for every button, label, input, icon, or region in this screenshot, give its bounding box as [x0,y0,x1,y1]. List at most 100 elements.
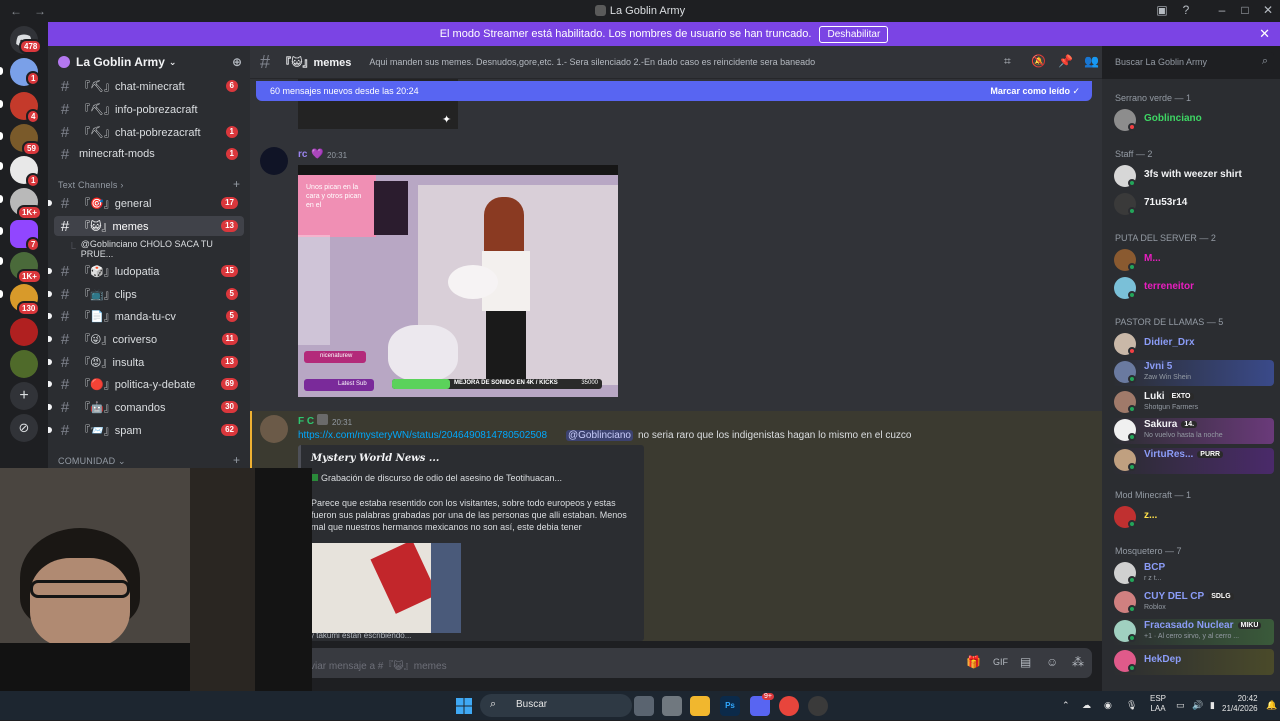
link-embed[interactable]: Mystery World News ... Grabación de disc… [298,445,644,641]
volume-icon[interactable]: 🔊 [1192,700,1203,711]
cloud-icon[interactable]: ☁ [1082,700,1091,711]
channel-item[interactable]: # 『⛏』info-pobrezacraft [54,99,244,119]
server-icon[interactable] [10,350,38,378]
maximize-icon[interactable]: □ [1235,3,1255,17]
start-icon[interactable] [454,696,474,716]
channel-item-memes[interactable]: # 『😺』memes 13 [54,216,244,236]
channel-item[interactable]: # minecraft-mods 1 [54,144,244,164]
member-item[interactable]: Sakura 14. No vuelvo hasta la noche [1112,418,1274,444]
members-icon[interactable]: 👥 [1084,54,1099,68]
status-online-icon [1128,664,1136,672]
search-input[interactable]: Buscar La Goblin Army ⌕ [1108,52,1274,73]
channel-item[interactable]: # 『📺』clips 5 [48,284,244,304]
gift-icon[interactable]: 🎁 [966,655,981,669]
notification-icon[interactable]: 🔔 [1266,700,1277,711]
task-view-icon[interactable] [634,696,654,716]
channel-item[interactable]: # 『⛏』chat-minecraft 6 [54,76,244,96]
chevron-up-icon[interactable]: ⌃ [1062,700,1070,711]
member-item[interactable]: VirtuRes... PURR [1112,448,1274,474]
create-channel-icon[interactable]: + [233,177,240,191]
sticker-icon[interactable]: ▤ [1020,655,1031,669]
disable-streamer-button[interactable]: Deshabilitar [819,25,889,43]
close-icon[interactable]: ✕ [1259,26,1270,42]
channel-item[interactable]: # 『😜』coriverso 11 [48,329,244,349]
mic-icon[interactable]: 🎙 [1126,700,1137,711]
channel-item[interactable]: # 『📨』spam 62 [48,420,244,440]
member-item[interactable]: Luki EXTO Shotgun Farmers [1112,390,1274,416]
add-server-icon[interactable]: + [10,382,38,410]
member-item[interactable]: M... [1112,248,1274,274]
member-item[interactable]: Goblinciano [1112,108,1274,134]
user-mention[interactable]: @Goblinciano [566,430,633,441]
app-icon[interactable] [662,696,682,716]
message-link[interactable]: https://x.com/mysteryWN/status/204649081… [298,430,547,441]
gif-icon[interactable]: GIF [993,657,1008,667]
embed-subtitle: Grabación de discurso de odio del asesin… [311,473,562,483]
threads-icon[interactable]: ⌗ [1004,54,1011,69]
message-author[interactable]: F C [298,416,314,427]
video-attachment[interactable]: Unos pican en la cara y otros pican en e… [298,165,618,397]
avatar[interactable] [260,415,288,443]
taskbar-search[interactable]: ⌕ Buscar [480,694,632,717]
new-messages-text: 60 mensajes nuevos desde las 20:24 [270,86,419,96]
member-item[interactable]: terreneitor [1112,276,1274,302]
app-icon[interactable] [808,696,828,716]
message-composer[interactable]: viar mensaje a #『😺』memes 🎁 GIF ▤ ☺ ⁂ [262,648,1092,678]
discover-icon[interactable]: ⊘ [10,414,38,442]
member-item[interactable]: HekDep [1112,649,1274,675]
server-rail: 478 1 4 59 1 1K+ 7 1K+ 130 + ⊘ [0,22,48,468]
channel-item[interactable]: # 『🤖』comandos 30 [48,397,244,417]
member-item[interactable]: BCP r z t... [1112,561,1274,587]
network-icon[interactable]: ▭ [1176,700,1185,711]
server-icon[interactable] [10,318,38,346]
new-messages-bar[interactable]: 60 mensajes nuevos desde las 20:24 Marca… [256,81,1092,101]
category-text-channels[interactable]: Text Channels › [58,180,124,190]
server-header[interactable]: La Goblin Army ⌄ ⊕ [48,46,250,78]
avatar[interactable] [260,147,288,175]
webcam-face [30,558,130,648]
member-item[interactable]: 3fs with weezer shirt [1112,164,1274,190]
clock[interactable]: 20:42 21/4/2026 [1222,694,1258,714]
channel-topic[interactable]: Aqui manden sus memes. Desnudos,gore,etc… [369,57,815,67]
emoji-icon[interactable]: ☺ [1046,655,1058,669]
app-tray-icon[interactable]: ◉ [1104,700,1112,711]
inbox-icon[interactable]: ▣ [1152,3,1172,17]
message-author[interactable]: rc [298,149,307,160]
chrome-icon[interactable] [779,696,799,716]
member-item[interactable]: z... [1112,505,1274,531]
member-item[interactable]: Fracasado Nuclear MIKU +1 · Al cerro sirv… [1112,619,1274,645]
embed-title[interactable]: Mystery World News ... [311,453,439,464]
member-item[interactable]: Jvni 5 Zaw Win Shein [1112,360,1274,386]
close-window-icon[interactable]: ✕ [1258,3,1278,17]
invite-people-icon[interactable]: ⊕ [232,55,242,69]
language-indicator[interactable]: ESP LAA [1150,694,1166,714]
channel-item[interactable]: # 『😡』insulta 13 [48,352,244,372]
thread-item[interactable]: └ @Goblinciano CHOLO SACA TU PRUE... [54,239,244,259]
channel-item[interactable]: # 『🎲』ludopatia 15 [48,261,244,281]
status-online-icon [1128,433,1136,441]
member-item[interactable]: CUY DEL CP SDLG Roblox [1112,590,1274,616]
unread-badge: 1 [225,148,238,160]
pin-icon[interactable]: 📌 [1058,54,1073,68]
category-comunidad[interactable]: COMUNIDAD ⌄ [58,456,126,467]
member-item[interactable]: 71u53r14 [1112,192,1274,218]
help-icon[interactable]: ? [1176,3,1196,17]
channel-item[interactable]: # 『🎯』general 17 [48,193,244,213]
channel-item[interactable]: # 『⛏』chat-pobrezacraft 1 [54,122,244,142]
message-timestamp: 20:31 [327,151,348,160]
channel-item[interactable]: # 『📄』manda-tu-cv 5 [48,306,244,326]
mute-bell-icon[interactable]: 🔕 [1031,54,1046,68]
file-explorer-icon[interactable] [690,696,710,716]
embed-image[interactable] [311,543,461,633]
apps-icon[interactable]: ⁂ [1072,655,1084,669]
message-list[interactable]: ✦ 60 mensajes nuevos desde las 20:24 Mar… [250,79,1102,641]
create-channel-icon[interactable]: + [233,453,240,467]
member-item[interactable]: Didier_Drx [1112,332,1274,358]
hash-icon: # [60,262,70,280]
minimize-icon[interactable]: – [1212,3,1232,17]
channel-item[interactable]: # 『🔴』politica-y-debate 69 [48,374,244,394]
battery-icon[interactable]: ▮ [1210,700,1215,711]
mark-read-button[interactable]: Marcar como leído ✓ [990,86,1080,97]
photoshop-icon[interactable]: Ps [720,696,740,716]
webcam-shirt [0,643,190,693]
